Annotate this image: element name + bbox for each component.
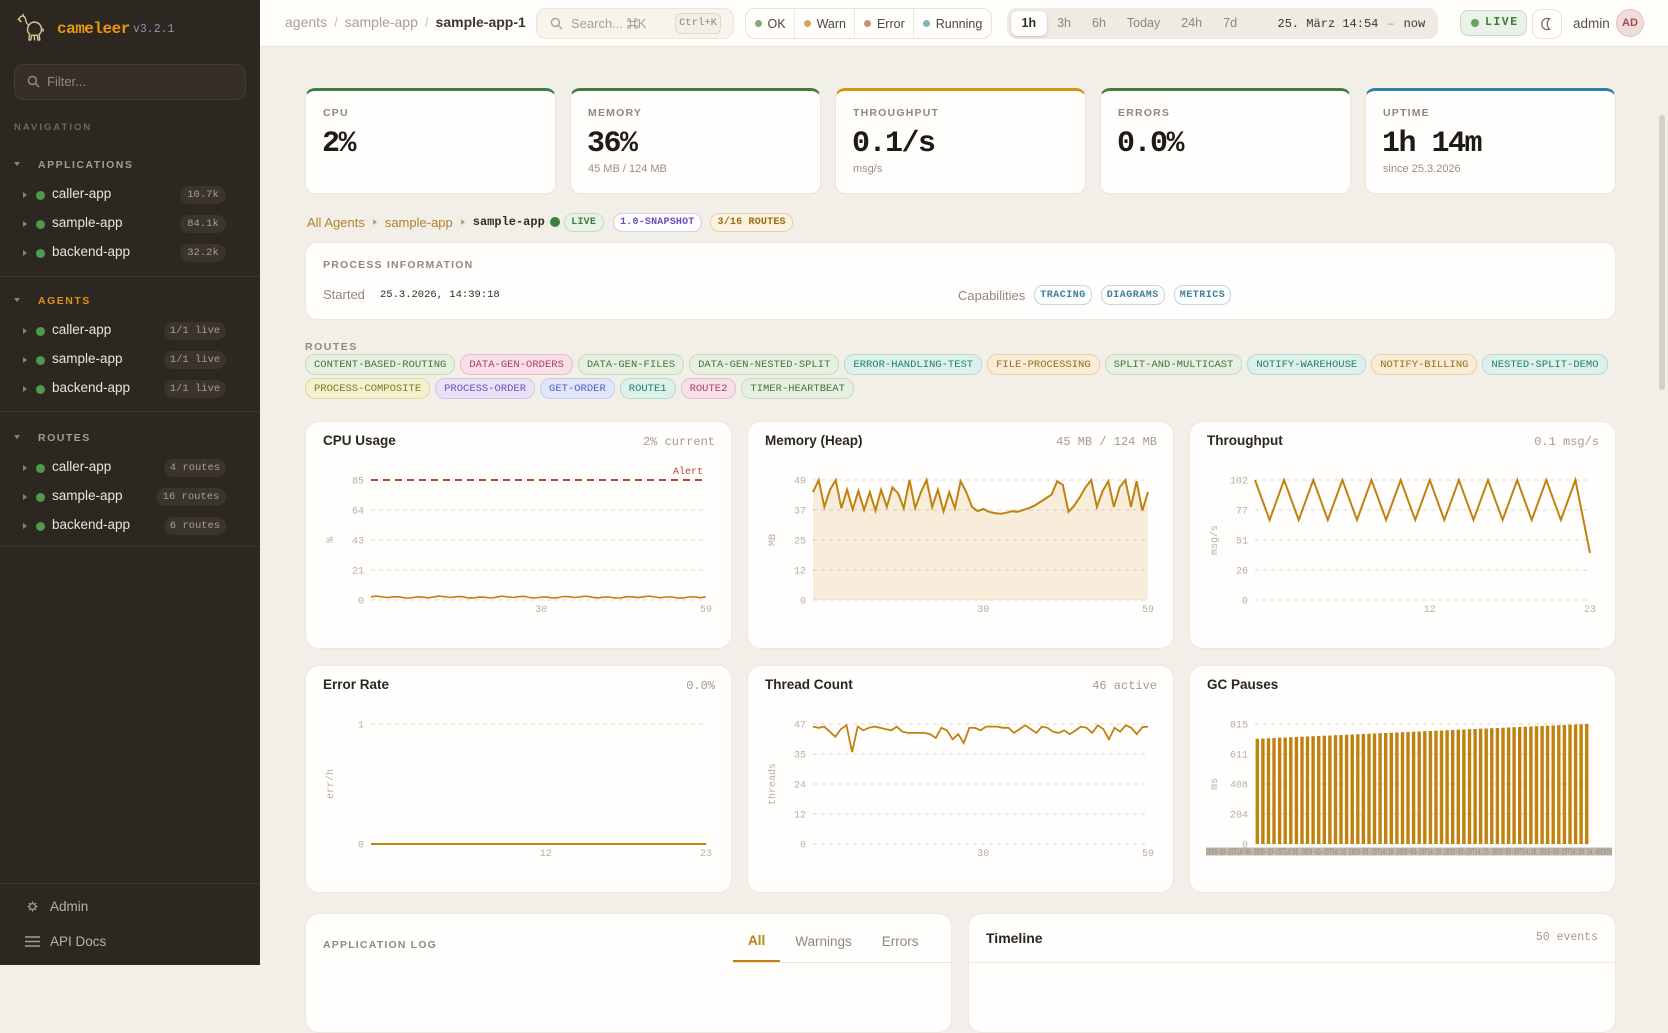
svg-text:64: 64 [352,507,364,518]
svg-text:21: 21 [352,567,364,578]
svg-text:25: 25 [794,537,806,548]
svg-text:12: 12 [540,849,552,860]
svg-text:0: 0 [800,841,806,852]
svg-text:ms: ms [1210,778,1221,790]
svg-text:30: 30 [977,605,989,616]
svg-text:611: 611 [1230,751,1248,762]
svg-text:1: 1 [358,721,364,732]
svg-text:2026-03-25T14:00 2026-03-25T14: 2026-03-25T14:00 2026-03-25T14:05 2026-0… [1206,848,1612,858]
svg-text:815: 815 [1230,721,1248,732]
svg-text:0: 0 [800,597,806,608]
svg-text:30: 30 [535,605,547,616]
svg-text:47: 47 [794,721,806,732]
svg-text:408: 408 [1230,781,1248,792]
svg-text:err/h: err/h [325,769,337,799]
svg-text:msg/s: msg/s [1209,525,1221,555]
svg-text:49: 49 [794,477,806,488]
svg-text:0: 0 [358,597,364,608]
svg-text:0: 0 [1242,597,1248,608]
svg-text:43: 43 [352,537,364,548]
svg-text:0: 0 [358,841,364,852]
svg-text:24: 24 [794,781,806,792]
svg-text:85: 85 [352,477,364,488]
svg-text:37: 37 [794,507,806,518]
svg-text:Alert: Alert [673,466,703,478]
svg-text:77: 77 [1236,507,1248,518]
svg-text:12: 12 [1424,605,1436,616]
svg-text:23: 23 [1584,605,1596,616]
svg-text:51: 51 [1236,537,1248,548]
svg-text:23: 23 [700,849,712,860]
svg-text:59: 59 [1142,849,1154,860]
svg-text:threads: threads [767,763,779,805]
svg-text:12: 12 [794,811,806,822]
svg-text:%: % [326,537,337,543]
svg-text:204: 204 [1230,811,1248,822]
svg-text:102: 102 [1230,477,1248,488]
svg-text:12: 12 [794,567,806,578]
svg-text:MB: MB [768,534,779,546]
svg-text:35: 35 [794,751,806,762]
svg-text:59: 59 [700,605,712,616]
svg-text:59: 59 [1142,605,1154,616]
svg-text:30: 30 [977,849,989,860]
svg-text:26: 26 [1236,567,1248,578]
